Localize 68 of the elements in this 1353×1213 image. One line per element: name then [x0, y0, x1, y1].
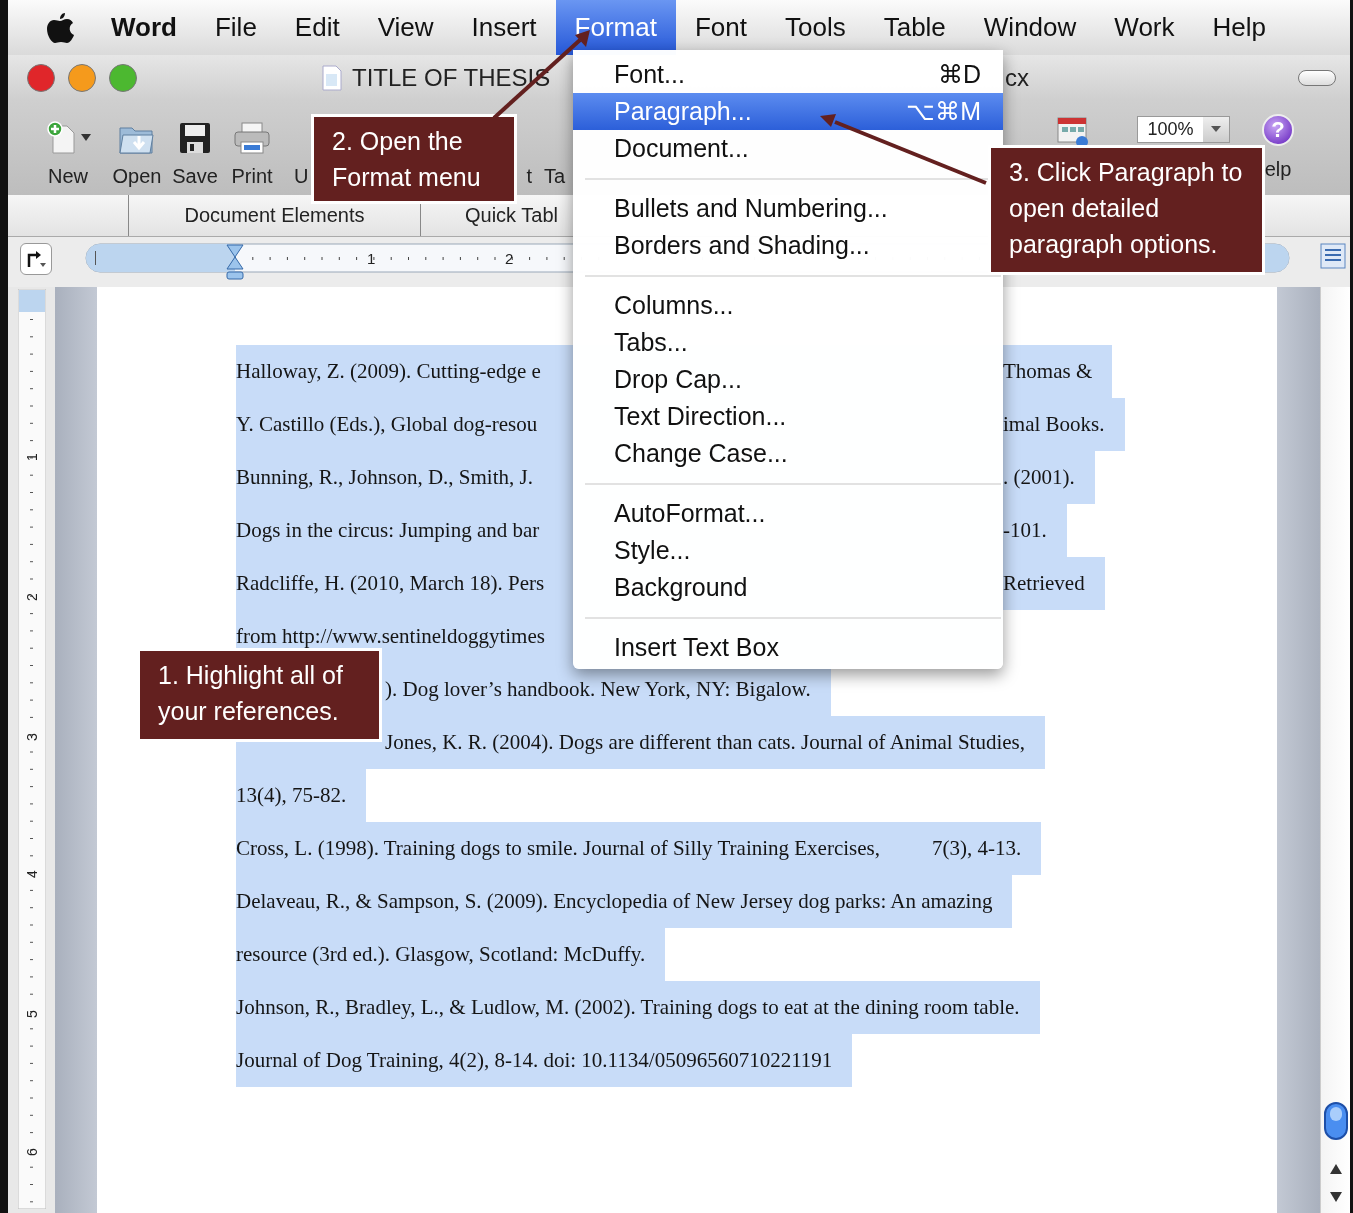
scroll-down-icon[interactable] [1328, 1191, 1343, 1203]
ruler-number: 2 [505, 250, 514, 267]
indent-marker[interactable] [226, 244, 244, 280]
ruler-number: 2 [23, 593, 40, 601]
reference-text: -101. [1003, 504, 1067, 557]
close-button[interactable] [27, 63, 55, 92]
calendar-icon[interactable] [1056, 114, 1090, 148]
menu-item[interactable]: Tools [765, 0, 865, 55]
reference-text: Delaveau, R., & Sampson, S. (2009). Encyclopedia of New Jersey dog parks: An amazing [236, 889, 994, 914]
ruler-number: 5 [23, 1010, 40, 1018]
help-icon: ? [1262, 114, 1294, 146]
toolbar-toggle-button[interactable] [1298, 69, 1336, 86]
new-button[interactable]: New [28, 100, 108, 195]
reference-text: Journal of Dog Training, 4(2), 8-14. doi: 10.1134/05096560710221191 [236, 1048, 834, 1073]
scroll-thumb[interactable] [1322, 1101, 1349, 1141]
caret-icon [81, 134, 91, 142]
ruler-number: 6 [23, 1148, 40, 1156]
reference-text: Johnson, R., Bradley, L., & Ludlow, M. (2002). Training dogs to eat at the dining room table. [236, 995, 1021, 1020]
menu-item[interactable]: Work [1095, 0, 1194, 55]
toolbar-label: U [294, 165, 309, 189]
instruction-tooltip: 3. Click Paragraph to open detailed paragraph options. [988, 145, 1265, 275]
menu-item[interactable]: Help [1193, 0, 1285, 55]
tab-stop-icon [25, 249, 47, 269]
ruler-number: 4 [23, 870, 40, 878]
menu-item[interactable]: Window [964, 0, 1096, 55]
reference-text: Retrieved [1003, 557, 1105, 610]
menu-item[interactable]: Text Direction... [573, 398, 1003, 435]
menu-item[interactable]: Table [864, 0, 965, 55]
menu-item[interactable]: Columns... [573, 287, 1003, 324]
menu-item[interactable]: Word [92, 0, 196, 55]
ruler-number: 1 [23, 453, 40, 461]
toolbar-label: t [526, 165, 532, 189]
toolbar-label: Ta [544, 165, 566, 189]
menu-item[interactable]: Font... ⌘D [573, 56, 1003, 93]
tab-selector-button[interactable] [20, 243, 52, 275]
save-button[interactable]: Save [166, 100, 224, 195]
menu-item[interactable]: Insert [452, 0, 556, 55]
reference-text: 13(4), 75-82. [236, 783, 348, 808]
ruler-number: 3 [23, 733, 40, 741]
menu-item[interactable]: Paragraph... ⌥⌘M [573, 93, 1003, 130]
reference-text: . (2001). [1003, 451, 1095, 504]
reference-text: resource (3rd ed.). Glasgow, Scotland: McDuffy. [236, 942, 647, 967]
menu-item[interactable]: Drop Cap... [573, 361, 1003, 398]
menu-item[interactable]: Font [675, 0, 766, 55]
caret-icon [1211, 126, 1221, 133]
print-button[interactable]: Print [224, 100, 280, 195]
open-button[interactable]: Open [108, 100, 166, 195]
scroll-up-icon[interactable] [1328, 1163, 1343, 1175]
zoom-field[interactable]: 100% [1137, 116, 1230, 143]
menu-item[interactable]: File [195, 0, 276, 55]
apple-icon[interactable] [45, 10, 75, 45]
menu-item[interactable]: Edit [275, 0, 359, 55]
ruler-number: 1 [367, 250, 376, 267]
view-icon[interactable] [1320, 243, 1346, 269]
menu-item[interactable]: View [358, 0, 453, 55]
maximize-button[interactable] [109, 63, 137, 92]
reference-text: Cross, L. (1998). Training dogs to smile. Journal of Silly Training Exercises, [236, 836, 880, 861]
document-icon [322, 64, 342, 91]
minimize-button[interactable] [68, 63, 96, 92]
menu-item[interactable]: Insert Text Box [573, 629, 1003, 666]
reference-text: 7(3), 4-13. [932, 836, 1023, 861]
menu-item[interactable]: Background [573, 569, 1003, 606]
reference-text: Thomas & [1003, 345, 1113, 398]
instruction-tooltip: 2. Open the Format menu [311, 114, 517, 204]
scrollbar[interactable] [1320, 287, 1350, 1213]
reference-text: imal Books. [1003, 398, 1125, 451]
window-title: cx [1005, 63, 1029, 92]
printer-icon [232, 120, 272, 156]
